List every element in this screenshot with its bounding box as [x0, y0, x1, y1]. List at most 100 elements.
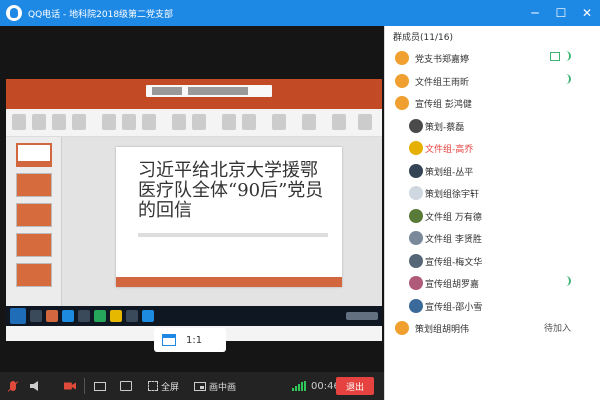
- member-status: [550, 51, 571, 61]
- member-row[interactable]: 党支书郑嘉婷: [385, 48, 600, 68]
- member-name: 策划组-丛平: [425, 167, 474, 178]
- presentation-icon: [120, 381, 132, 391]
- taskbar-app-icon: [30, 310, 42, 322]
- avatar: [409, 298, 423, 313]
- member-name: 策划-蔡磊: [425, 122, 465, 133]
- ratio-label: 1:1: [186, 334, 203, 346]
- window-title: QQ电话 - 地科院2018级第二党支部: [28, 9, 174, 20]
- picture-in-picture-icon: [194, 381, 206, 391]
- fullscreen-icon: [148, 381, 158, 391]
- taskbar-app-icon: [94, 310, 106, 322]
- camera-button[interactable]: [64, 378, 76, 394]
- qq-logo-icon: [6, 5, 22, 21]
- member-name: 宣传组胡罗嘉: [425, 280, 480, 290]
- screen-share-icon: [550, 51, 560, 61]
- member-row[interactable]: 文件组-高乔: [385, 138, 600, 158]
- speaker-icon: [30, 381, 38, 391]
- taskbar-app-icon: [78, 310, 90, 322]
- speaker-button[interactable]: [30, 378, 40, 394]
- avatar: [395, 51, 409, 65]
- waiting-status: 待加入: [543, 324, 571, 334]
- window-icon: [162, 334, 176, 346]
- current-slide: 习近平给北京大学援鄂医疗队全体“90后”党员的回信: [116, 147, 342, 287]
- title-bar: QQ电话 - 地科院2018级第二党支部 ─ ☐ ✕: [0, 0, 600, 26]
- member-row[interactable]: 文件组 万有德: [385, 206, 600, 226]
- avatar: [395, 321, 409, 335]
- member-name: 策划组胡明伟: [415, 325, 470, 335]
- taskbar-app-icon: [110, 310, 122, 322]
- slide-thumbnails: [6, 137, 62, 313]
- shared-taskbar: [6, 306, 382, 326]
- member-name: 文件组 李贤胜: [425, 235, 482, 245]
- call-controls: 全屏 画中画 00:46 退出: [0, 372, 384, 400]
- ppt-document-tab: [146, 85, 272, 97]
- avatar: [409, 186, 423, 200]
- member-row[interactable]: 策划组胡明伟 待加入: [385, 318, 600, 338]
- pip-button[interactable]: 画中画: [194, 378, 236, 394]
- avatar: [395, 73, 409, 88]
- member-row[interactable]: 文件组 李贤胜: [385, 228, 600, 248]
- speaking-icon: [565, 276, 571, 286]
- member-row[interactable]: 策划-蔡磊: [385, 116, 600, 136]
- members-panel: 群成员(11/16) 党支书郑嘉婷 文件组王雨昕 宣传组 彭鸿健 策划-蔡磊文件组-高…: [384, 26, 600, 400]
- member-row[interactable]: 宣传组-邵小雪: [385, 296, 600, 316]
- maximize-button[interactable]: ☐: [548, 0, 574, 26]
- avatar: [395, 96, 409, 110]
- taskbar-app-icon: [142, 310, 154, 322]
- slide-thumbnail: [16, 233, 52, 257]
- fullscreen-button[interactable]: 全屏: [148, 378, 179, 394]
- member-name: 文件组 万有德: [425, 212, 482, 223]
- avatar: [409, 141, 423, 155]
- avatar: [409, 276, 423, 290]
- powerpoint-icon: [46, 310, 58, 322]
- member-row[interactable]: 宣传组-梅文华: [385, 251, 600, 271]
- screen-share-button[interactable]: [94, 378, 106, 394]
- monitor-icon: [94, 381, 106, 391]
- member-row[interactable]: 策划组-丛平: [385, 161, 600, 181]
- slide-headline: 习近平给北京大学援鄂医疗队全体“90后”党员的回信: [138, 160, 324, 221]
- minimize-button[interactable]: ─: [522, 0, 548, 26]
- slide-subtitle-line: [138, 233, 328, 237]
- shared-screen: 习近平给北京大学援鄂医疗队全体“90后”党员的回信: [6, 79, 382, 341]
- member-name: 党支书郑嘉婷: [415, 55, 470, 65]
- avatar: [409, 253, 423, 268]
- speaking-icon: [565, 51, 571, 61]
- slide-footer-bar: [116, 277, 342, 287]
- avatar: [409, 163, 423, 178]
- member-status: 待加入: [544, 321, 571, 334]
- slide-thumbnail: [16, 143, 52, 167]
- member-row[interactable]: 宣传组胡罗嘉: [385, 273, 600, 293]
- divider: [84, 378, 85, 394]
- ratio-button[interactable]: 1:1: [154, 328, 226, 352]
- call-timer: 00:46: [292, 378, 340, 394]
- speaking-icon: [565, 73, 571, 84]
- mic-muted-icon: [10, 381, 16, 391]
- fullscreen-label: 全屏: [161, 382, 180, 393]
- member-name: 宣传组 彭鸿健: [415, 100, 472, 110]
- member-name: 文件组王雨昕: [415, 77, 470, 88]
- pip-label: 画中画: [209, 382, 237, 393]
- avatar: [409, 118, 423, 133]
- video-area[interactable]: 习近平给北京大学援鄂医疗队全体“90后”党员的回信 1:1: [0, 26, 384, 372]
- member-name: 文件组-高乔: [425, 145, 474, 155]
- member-name: 宣传组-邵小雪: [425, 302, 483, 313]
- hangup-button[interactable]: 退出: [336, 377, 374, 395]
- members-header: 群成员(11/16): [393, 33, 453, 43]
- mic-button[interactable]: [10, 378, 16, 394]
- ppt-workspace: 习近平给北京大学援鄂医疗队全体“90后”党员的回信: [6, 137, 382, 313]
- member-row[interactable]: 策划组徐宇轩: [385, 183, 600, 203]
- ppt-title-bar: [6, 79, 382, 109]
- close-button[interactable]: ✕: [574, 0, 600, 26]
- member-row[interactable]: 文件组王雨昕: [385, 71, 600, 91]
- windows-start-icon: [10, 308, 26, 324]
- window-controls: ─ ☐ ✕: [522, 0, 600, 26]
- member-name: 策划组徐宇轩: [425, 190, 480, 200]
- taskbar-clock: [346, 312, 378, 320]
- member-row[interactable]: 宣传组 彭鸿健: [385, 93, 600, 113]
- ppt-ribbon: [6, 109, 382, 137]
- demo-button[interactable]: [120, 378, 132, 394]
- camera-off-icon: [64, 382, 76, 390]
- member-name: 宣传组-梅文华: [425, 257, 483, 268]
- member-status: [563, 73, 571, 84]
- avatar: [409, 231, 423, 245]
